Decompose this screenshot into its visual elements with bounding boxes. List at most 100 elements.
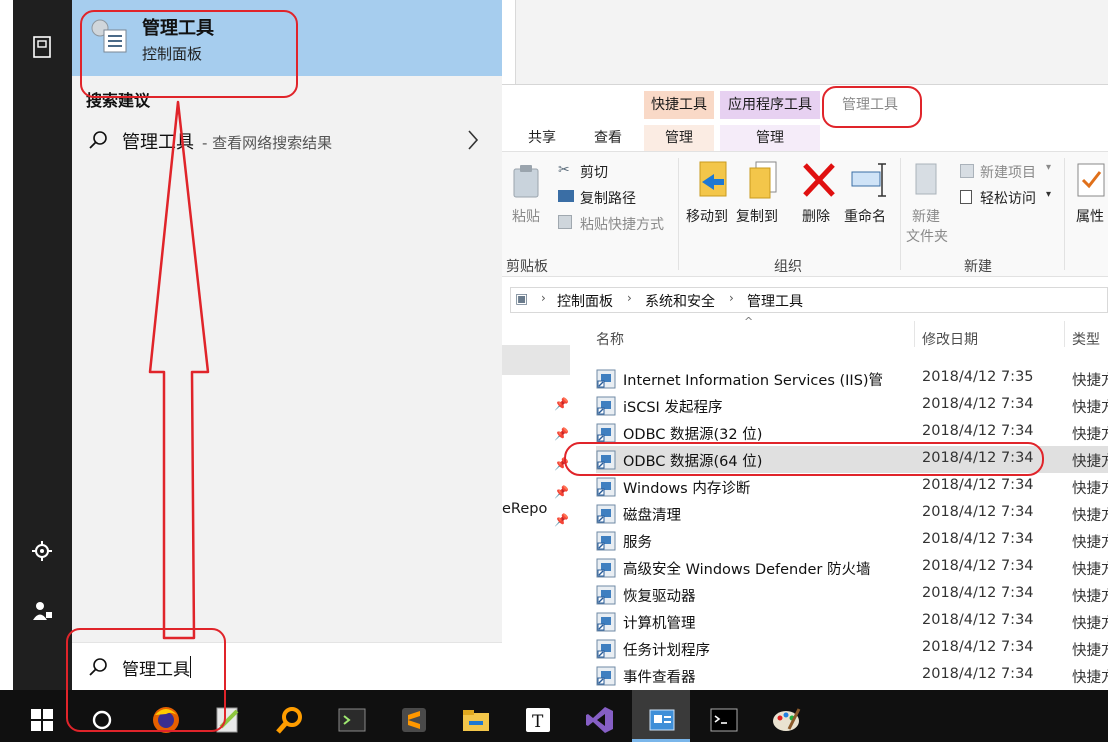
file-name: 事件查看器 (623, 670, 696, 686)
file-type: 快捷方 (1072, 616, 1108, 632)
paint-icon[interactable] (764, 698, 808, 742)
annotation-admin-tab-circle (822, 86, 922, 128)
column-separator[interactable] (1064, 321, 1065, 347)
new-folder-button-line1[interactable]: 新建 (912, 206, 940, 226)
file-date: 2018/4/12 7:34 (922, 558, 1034, 574)
chevron-down-icon: ▾ (1046, 189, 1052, 200)
control-panel-app-icon[interactable] (640, 698, 684, 742)
file-date: 2018/4/12 7:34 (922, 666, 1034, 682)
file-row[interactable]: 服务 2018/4/12 7:34 快捷方 (596, 527, 1108, 554)
annotation-search-box-circle (66, 628, 226, 732)
copy-to-icon (746, 160, 780, 200)
file-row[interactable]: iSCSI 发起程序 2018/4/12 7:34 快捷方 (596, 392, 1108, 419)
file-row[interactable]: 事件查看器 2018/4/12 7:34 快捷方 (596, 662, 1108, 689)
file-date: 2018/4/12 7:34 (922, 396, 1034, 412)
file-type: 快捷方 (1072, 589, 1108, 605)
file-date: 2018/4/12 7:35 (922, 369, 1034, 385)
properties-icon (1076, 162, 1106, 198)
address-bar[interactable]: ▣ › 控制面板 › 系统和安全 › 管理工具 (510, 287, 1108, 313)
file-row[interactable]: Internet Information Services (IIS)管 2018… (596, 365, 1108, 392)
file-explorer-window: 快捷工具 应用程序工具 管理工具 共享 查看 管理 管理 粘贴 ✂ 剪切 复制路… (502, 84, 1108, 691)
file-row[interactable]: 磁盘清理 2018/4/12 7:34 快捷方 (596, 500, 1108, 527)
windows-start-icon[interactable] (20, 698, 64, 742)
web-suggestion-item[interactable]: 管理工具 - 查看网络搜索结果 (72, 122, 502, 162)
cmd-icon[interactable] (702, 698, 746, 742)
easy-access-button[interactable]: 轻松访问 (980, 188, 1036, 208)
copy-to-button[interactable]: 复制到 (736, 206, 778, 226)
file-date: 2018/4/12 7:34 (922, 585, 1034, 601)
file-row[interactable]: 计算机管理 2018/4/12 7:34 快捷方 (596, 608, 1108, 635)
background-window-strip (502, 0, 516, 84)
breadcrumb-system-security[interactable]: 系统和安全 (645, 291, 715, 311)
chevron-right-icon (466, 128, 480, 152)
sublime-text-icon[interactable] (392, 698, 436, 742)
annotation-up-arrow (148, 100, 210, 640)
new-folder-button-line2[interactable]: 文件夹 (906, 226, 948, 246)
delete-x-icon (802, 162, 836, 198)
move-to-icon (696, 160, 730, 200)
person-icon[interactable] (31, 600, 53, 622)
file-type: 快捷方 (1072, 481, 1108, 497)
paste-button[interactable]: 粘贴 (512, 206, 540, 226)
clipboard-icon (512, 164, 540, 198)
svg-text:T: T (532, 712, 544, 732)
cut-button[interactable]: 剪切 (580, 162, 608, 182)
book-icon[interactable] (32, 36, 52, 58)
properties-button[interactable]: 属性 (1076, 206, 1104, 226)
chevron-right-icon: › (627, 291, 632, 305)
file-type: 快捷方 (1072, 535, 1108, 551)
search-magnifier-app-icon[interactable] (268, 698, 312, 742)
file-name: Windows 内存诊断 (623, 481, 751, 497)
file-date: 2018/4/12 7:34 (922, 639, 1034, 655)
typora-icon[interactable]: T (516, 698, 560, 742)
nav-item-partial[interactable]: eRepo (502, 501, 547, 517)
scissors-icon: ✂ (558, 162, 570, 178)
file-date: 2018/4/12 7:34 (922, 477, 1034, 493)
ribbon-separator (678, 158, 679, 270)
shortcut-icon (596, 423, 616, 443)
file-name: 恢复驱动器 (623, 589, 696, 605)
column-header-date[interactable]: 修改日期 (922, 329, 978, 349)
ribbon-separator (1064, 158, 1065, 270)
context-tab-app-tools[interactable]: 应用程序工具 (720, 91, 820, 119)
copy-path-button[interactable]: 复制路径 (580, 188, 636, 208)
file-name: ODBC 数据源(32 位) (623, 427, 763, 443)
file-explorer-icon[interactable] (454, 698, 498, 742)
shortcut-icon (596, 639, 616, 659)
nav-selected-item[interactable] (502, 345, 570, 375)
breadcrumb-control-panel[interactable]: 控制面板 (557, 291, 613, 311)
column-header-name[interactable]: 名称 (596, 329, 624, 349)
gear-icon[interactable] (31, 540, 53, 562)
pin-icon: 📌 (554, 427, 569, 441)
ribbon-tab-manage-shortcut[interactable]: 管理 (644, 125, 714, 151)
annotation-odbc-row-circle (564, 442, 1044, 476)
breadcrumb-admin-tools[interactable]: 管理工具 (747, 291, 803, 311)
rename-button[interactable]: 重命名 (844, 206, 886, 226)
column-separator[interactable] (914, 321, 915, 347)
shortcut-icon (596, 369, 616, 389)
delete-button[interactable]: 删除 (802, 206, 830, 226)
context-tab-quick-tools[interactable]: 快捷工具 (644, 91, 714, 119)
file-type: 快捷方 (1072, 670, 1108, 686)
new-item-button[interactable]: 新建项目 (980, 162, 1036, 182)
file-row[interactable]: 恢复驱动器 2018/4/12 7:34 快捷方 (596, 581, 1108, 608)
file-row[interactable]: 高级安全 Windows Defender 防火墙 2018/4/12 7:34 快… (596, 554, 1108, 581)
new-group-label: 新建 (964, 259, 992, 275)
visual-studio-icon[interactable] (578, 698, 622, 742)
shortcut-icon (596, 558, 616, 578)
file-row[interactable]: 任务计划程序 2018/4/12 7:34 快捷方 (596, 635, 1108, 662)
file-row[interactable]: Windows 内存诊断 2018/4/12 7:34 快捷方 (596, 473, 1108, 500)
terminal-app-icon[interactable] (330, 698, 374, 742)
rail-white-edge (0, 0, 13, 690)
file-type: 快捷方 (1072, 643, 1108, 659)
column-header-type[interactable]: 类型 (1072, 329, 1100, 349)
paste-shortcut-button[interactable]: 粘贴快捷方式 (580, 214, 664, 234)
chevron-right-icon: › (541, 291, 546, 305)
file-date: 2018/4/12 7:34 (922, 531, 1034, 547)
ribbon-tab-manage-app[interactable]: 管理 (720, 125, 820, 151)
ribbon-tab-view[interactable]: 查看 (582, 125, 634, 151)
file-name: 磁盘清理 (623, 508, 681, 524)
move-to-button[interactable]: 移动到 (686, 206, 728, 226)
ribbon-tab-share[interactable]: 共享 (516, 125, 568, 151)
taskbar-bottom-edge (0, 742, 1108, 749)
